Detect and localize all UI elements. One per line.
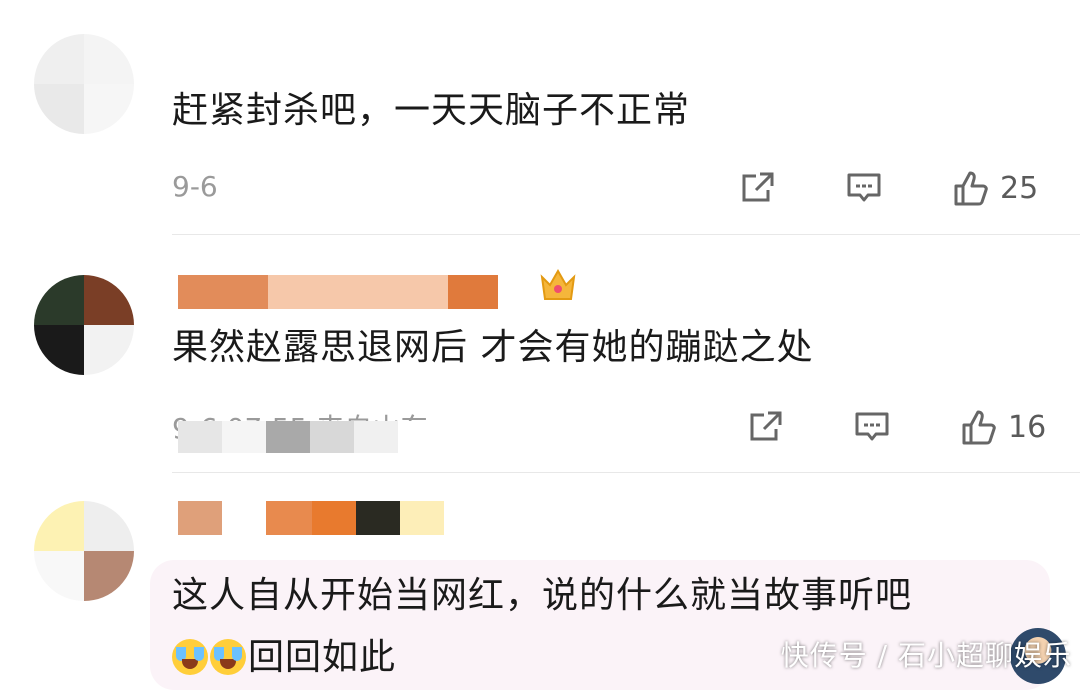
avatar[interactable] <box>34 501 134 601</box>
comment-text: 果然赵露思退网后 才会有她的蹦跶之处 <box>172 327 814 368</box>
meta-mask <box>178 421 468 453</box>
username-masked[interactable] <box>178 275 498 309</box>
share-icon[interactable] <box>738 168 778 208</box>
like-count: 16 <box>1008 409 1047 445</box>
crown-badge-icon <box>540 268 576 300</box>
like-count: 25 <box>1000 170 1039 206</box>
comment-icon[interactable] <box>852 407 892 447</box>
comment-actions: 16 <box>746 407 1046 447</box>
like-icon[interactable] <box>958 407 998 447</box>
comment-text-line2: 回回如此 <box>172 633 396 683</box>
laugh-cry-emoji <box>210 639 246 675</box>
comment-actions: 25 <box>738 168 1038 208</box>
avatar[interactable] <box>34 275 134 375</box>
comment-text-line1: 这人自从开始当网红，说的什么就当故事听吧 <box>172 575 913 616</box>
watermark: 快传号 / 石小超聊娱乐 <box>780 639 1072 672</box>
like-icon[interactable] <box>950 168 990 208</box>
laugh-cry-emoji <box>172 639 208 675</box>
avatar[interactable] <box>34 34 134 134</box>
meta-mask <box>228 168 478 200</box>
username-masked[interactable] <box>178 30 398 64</box>
comment-text-line2-text: 回回如此 <box>248 637 397 678</box>
comment-1: 赶紧封杀吧，一天天脑子不正常 9-6 07 25 <box>0 0 1080 235</box>
comment-2: 果然赵露思退网后 才会有她的蹦跶之处 9-6 07:55 来自山东 16 <box>0 235 1080 473</box>
share-icon[interactable] <box>746 407 786 447</box>
username-masked[interactable] <box>178 501 444 535</box>
comment-text: 赶紧封杀吧，一天天脑子不正常 <box>172 90 691 131</box>
comment-icon[interactable] <box>844 168 884 208</box>
